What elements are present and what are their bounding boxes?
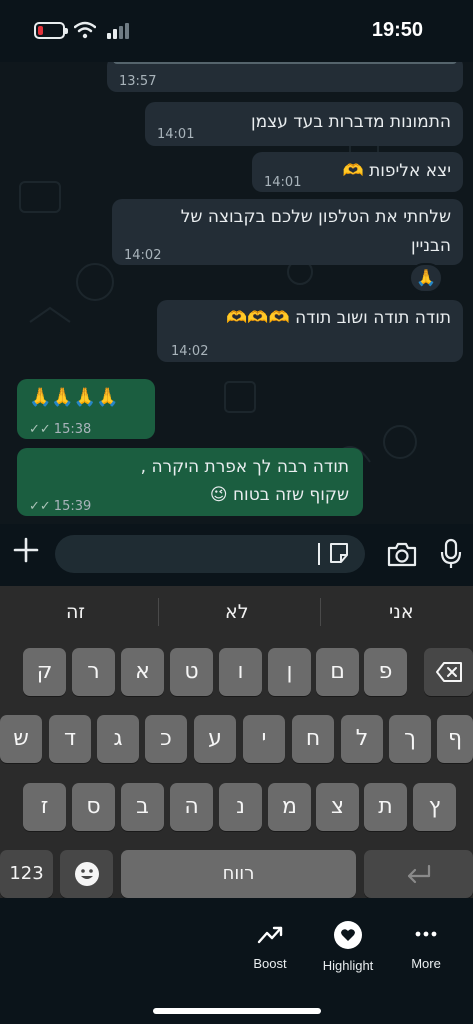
message-text-line1: תודה רבה לך אפרת היקרה , xyxy=(140,457,349,477)
key[interactable]: ץ xyxy=(413,783,456,831)
message-time: 14:01 xyxy=(157,127,195,142)
chat-area[interactable]: 13:57 התמונות מדברות בעד עצמן 14:01 יצא … xyxy=(0,62,473,524)
message-meta: ✓✓ 15:38 xyxy=(29,417,91,443)
key[interactable]: ף xyxy=(437,715,473,763)
more-label: More xyxy=(411,956,441,971)
message-bubble[interactable]: יצא אליפות 🫶 14:01 xyxy=(252,152,463,192)
more-dots-icon xyxy=(415,931,437,937)
key[interactable]: ז xyxy=(23,783,66,831)
key[interactable]: ד xyxy=(49,715,91,763)
key[interactable]: ש xyxy=(0,715,42,763)
reaction-emoji: 🙏 xyxy=(416,268,436,287)
reaction-badge[interactable]: 🙏 xyxy=(409,263,443,293)
camera-icon[interactable] xyxy=(386,540,418,568)
message-text: תודה תודה ושוב תודה 🫶🫶🫶 xyxy=(226,308,451,328)
message-text: התמונות מדברות בעד עצמן xyxy=(251,112,451,132)
trending-up-icon xyxy=(257,926,283,944)
sticker-icon[interactable] xyxy=(327,541,351,565)
signal-icon xyxy=(107,23,129,39)
return-icon xyxy=(407,864,430,884)
key[interactable]: ח xyxy=(292,715,334,763)
key[interactable]: ב xyxy=(121,783,164,831)
text-caret xyxy=(318,543,320,565)
read-receipt-icon: ✓✓ xyxy=(29,499,51,514)
heart-icon xyxy=(334,921,362,949)
home-indicator xyxy=(153,1008,321,1014)
message-input[interactable] xyxy=(55,535,365,573)
key[interactable]: ס xyxy=(72,783,115,831)
more-button[interactable]: More xyxy=(403,920,449,971)
key[interactable]: כ xyxy=(145,715,187,763)
highlight-button[interactable]: Highlight xyxy=(313,920,383,973)
message-text: 🙏🙏🙏🙏 xyxy=(29,387,119,408)
microphone-icon[interactable] xyxy=(440,538,462,570)
bottom-action-bar: Boost Highlight More xyxy=(0,898,473,1024)
message-time: 15:39 xyxy=(53,499,92,514)
message-input-bar xyxy=(0,524,473,586)
message-bubble[interactable]: התמונות מדברות בעד עצמן 14:01 xyxy=(145,102,463,146)
key[interactable]: ט xyxy=(170,648,213,696)
message-bubble[interactable]: שלחתי את הטלפון שלכם בקבוצה של הבניין 14… xyxy=(112,199,463,265)
key[interactable]: ה xyxy=(170,783,213,831)
key[interactable]: פ xyxy=(364,648,407,696)
key[interactable]: י xyxy=(243,715,285,763)
suggestion-3[interactable]: זה xyxy=(66,601,85,623)
suggestion-1[interactable]: אני xyxy=(389,601,414,623)
message-meta: ✓✓ 15:39 xyxy=(29,494,91,520)
key[interactable]: צ xyxy=(316,783,359,831)
message-text-line2: שקוף שזה בטוח 😉 xyxy=(209,485,349,505)
numbers-key[interactable]: 123 xyxy=(0,850,53,898)
read-receipt-icon: ✓✓ xyxy=(29,422,51,437)
message-text-line1: שלחתי את הטלפון שלכם בקבוצה של xyxy=(180,207,451,227)
message-bubble[interactable]: תודה רבה לך אפרת היקרה , שקוף שזה בטוח 😉… xyxy=(17,448,363,516)
boost-button[interactable]: Boost xyxy=(245,920,295,971)
key[interactable]: ם xyxy=(316,648,359,696)
key[interactable]: נ xyxy=(219,783,262,831)
emoji-icon xyxy=(74,862,99,886)
emoji-key[interactable] xyxy=(60,850,113,898)
suggestion-2[interactable]: לא xyxy=(225,601,249,623)
backspace-key[interactable] xyxy=(424,648,473,696)
suggestion-bar: אני לא זה xyxy=(0,586,473,638)
message-bubble[interactable]: 🙏🙏🙏🙏 ✓✓ 15:38 xyxy=(17,379,155,439)
key[interactable]: א xyxy=(121,648,164,696)
key[interactable]: ק xyxy=(23,648,66,696)
return-key[interactable] xyxy=(364,850,473,898)
key[interactable]: ג xyxy=(97,715,139,763)
key[interactable]: ן xyxy=(268,648,311,696)
message-bubble[interactable]: תודה תודה ושוב תודה 🫶🫶🫶 14:02 xyxy=(157,300,463,362)
key[interactable]: ע xyxy=(194,715,236,763)
message-time: 14:02 xyxy=(171,344,209,359)
space-key[interactable]: רווח xyxy=(121,850,356,898)
message-time: 15:38 xyxy=(53,422,92,437)
message-time: 14:01 xyxy=(264,175,302,190)
key[interactable]: ר xyxy=(72,648,115,696)
status-time: 19:50 xyxy=(371,19,423,41)
key[interactable]: מ xyxy=(268,783,311,831)
key[interactable]: ת xyxy=(364,783,407,831)
message-text-line2: הבניין xyxy=(411,236,451,256)
key[interactable]: ל xyxy=(341,715,383,763)
status-bar: 19:50 xyxy=(0,0,473,62)
battery-icon xyxy=(34,22,68,39)
key[interactable]: ו xyxy=(219,648,262,696)
message-time: 13:57 xyxy=(119,74,157,89)
attach-plus-icon[interactable] xyxy=(12,536,40,564)
highlight-label: Highlight xyxy=(322,958,374,973)
message-time: 14:02 xyxy=(124,248,162,263)
message-text: יצא אליפות 🫶 xyxy=(342,161,451,181)
backspace-icon xyxy=(435,662,462,682)
key[interactable]: ך xyxy=(389,715,431,763)
message-bubble[interactable]: 13:57 xyxy=(107,62,463,92)
wifi-icon xyxy=(74,21,96,39)
hebrew-keyboard: אני לא זה פ ם ן ו ט א ר ק ף ך ל ח י ע כ … xyxy=(0,586,473,898)
message-image[interactable] xyxy=(113,62,457,64)
boost-label: Boost xyxy=(253,956,287,971)
